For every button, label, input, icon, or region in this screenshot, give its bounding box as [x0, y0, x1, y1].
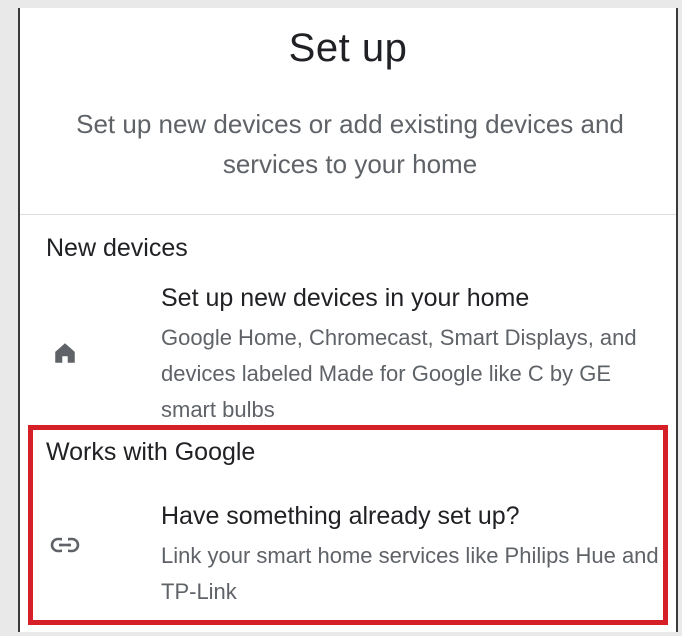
- page-subtitle: Set up new devices or add existing devic…: [76, 109, 624, 179]
- home-icon: [50, 338, 80, 368]
- section-title-works-with-google: Works with Google: [46, 438, 256, 466]
- link-icon: [50, 530, 80, 560]
- page-title: Set up: [288, 26, 408, 70]
- section-title-new-devices: New devices: [46, 234, 188, 262]
- header-divider: [20, 214, 676, 215]
- setup-screen: Set up Set up new devices or add existin…: [18, 8, 678, 632]
- new-devices-item-description: Google Home, Chromecast, Smart Displays,…: [161, 325, 637, 422]
- works-with-google-item-title: Have something already set up?: [161, 502, 520, 530]
- new-devices-item-title: Set up new devices in your home: [161, 284, 530, 312]
- works-with-google-item-description: Link your smart home services like Phili…: [161, 543, 659, 604]
